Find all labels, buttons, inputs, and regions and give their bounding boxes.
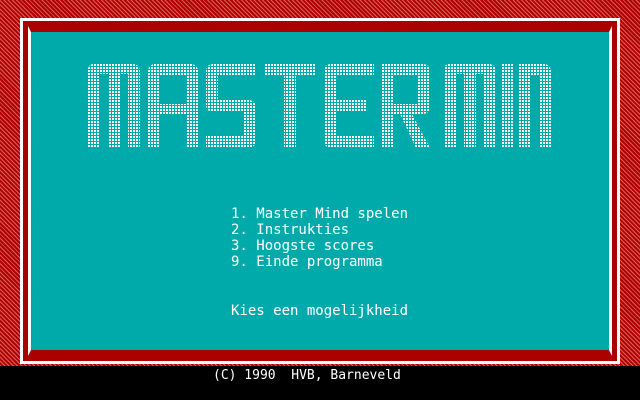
main-menu: 1. Master Mind spelen 2. Instrukties 3. … [231, 206, 408, 270]
choice-prompt: Kies een mogelijkheid [231, 303, 409, 319]
title-lettering [88, 64, 551, 148]
menu-item-play[interactable]: 1. Master Mind spelen [231, 206, 408, 222]
menu-item-instructions[interactable]: 2. Instrukties [231, 222, 408, 238]
menu-item-high-scores[interactable]: 3. Hoogste scores [231, 238, 408, 254]
game-title-logo [88, 64, 552, 148]
menu-item-quit[interactable]: 9. Einde programma [231, 254, 408, 270]
copyright-text: (C) 1990 HVB, Barneveld [213, 368, 401, 383]
